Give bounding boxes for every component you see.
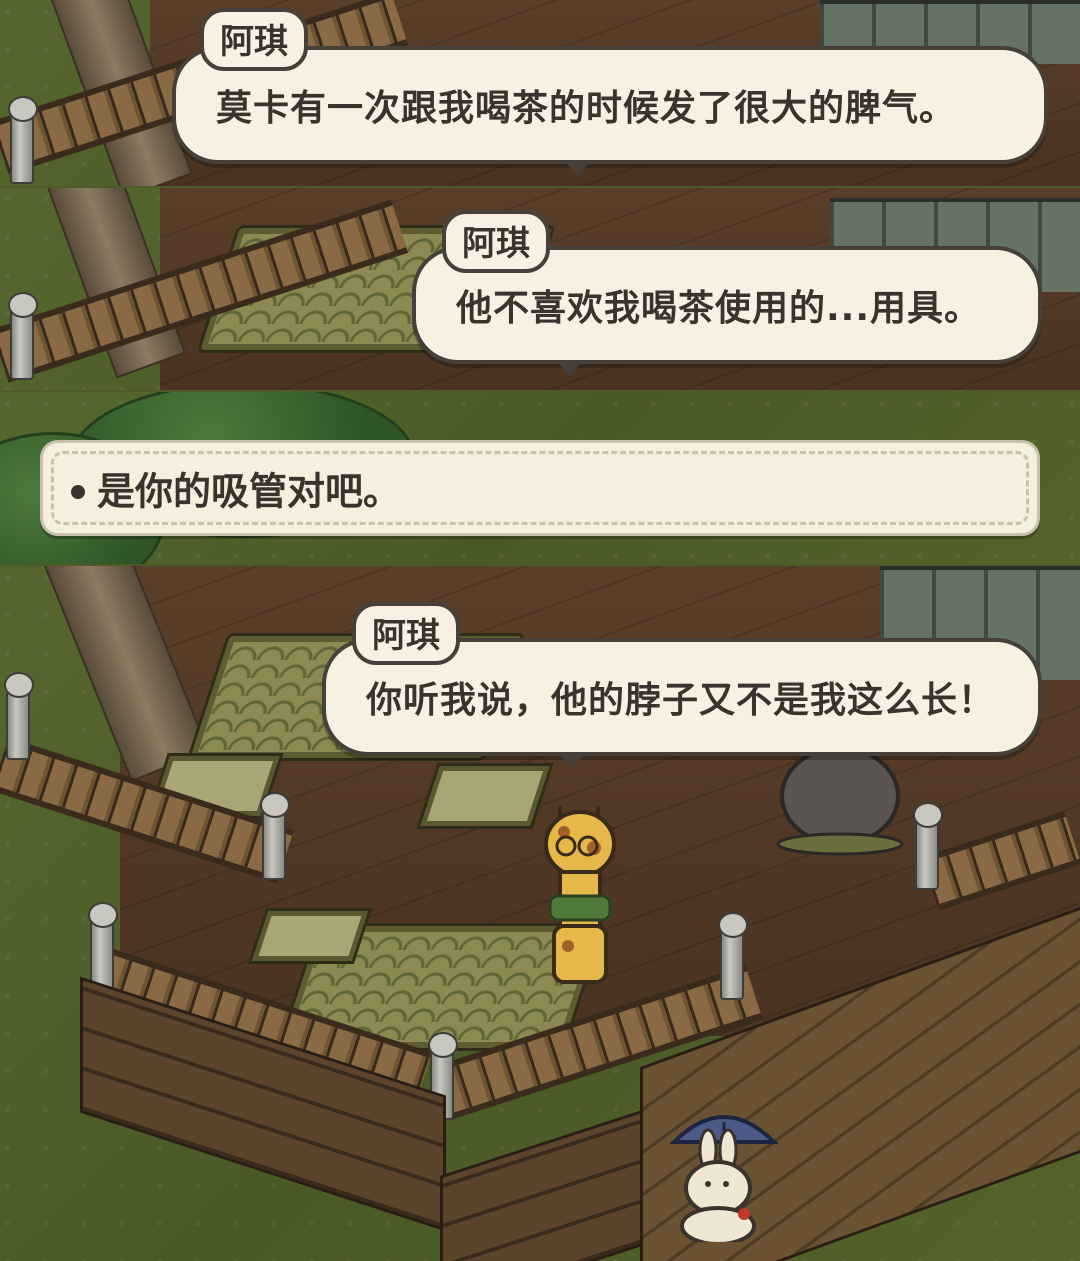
railing-post (913, 802, 943, 890)
railing-post (88, 902, 118, 990)
floor-cushion (248, 908, 372, 964)
bubble-tail (558, 752, 586, 768)
giraffe-character (544, 806, 616, 984)
railing-post (8, 96, 38, 184)
speaker-name-tag-3: 阿琪 (352, 602, 460, 665)
railing-post (4, 672, 34, 760)
reply-option[interactable]: 是你的吸管对吧。 (40, 440, 1040, 536)
railing-post (8, 292, 38, 380)
grey-character (776, 746, 904, 856)
scene-panel: 你听我说，他的脖子又不是我这么长！ 阿琪 (0, 566, 1080, 1261)
speaker-name-tag-1: 阿琪 (200, 8, 308, 71)
dialogue-panel-1: 莫卡有一次跟我喝茶的时候发了很大的脾气。 阿琪 (0, 0, 1080, 186)
bubble-tail (556, 360, 584, 376)
railing-post (260, 792, 290, 880)
dialogue-text-3: 你听我说，他的脖子又不是我这么长！ (366, 680, 996, 721)
dialogue-text-1: 莫卡有一次跟我喝茶的时候发了很大的脾气。 (216, 88, 957, 129)
railing-post (718, 912, 748, 1000)
reply-option-text: 是你的吸管对吧。 (97, 469, 402, 514)
bullet-dot-icon (71, 485, 85, 499)
dialogue-text-2: 他不喜欢我喝茶使用的...用具。 (456, 288, 982, 329)
speech-bubble-1[interactable]: 莫卡有一次跟我喝茶的时候发了很大的脾气。 (172, 46, 1048, 176)
choice-panel: 是你的吸管对吧。 (0, 392, 1080, 564)
rabbit-character[interactable] (664, 1102, 794, 1242)
bubble-tail (564, 160, 592, 176)
dialogue-panel-2: 他不喜欢我喝茶使用的...用具。 阿琪 (0, 188, 1080, 390)
speaker-name-tag-2: 阿琪 (442, 210, 550, 273)
